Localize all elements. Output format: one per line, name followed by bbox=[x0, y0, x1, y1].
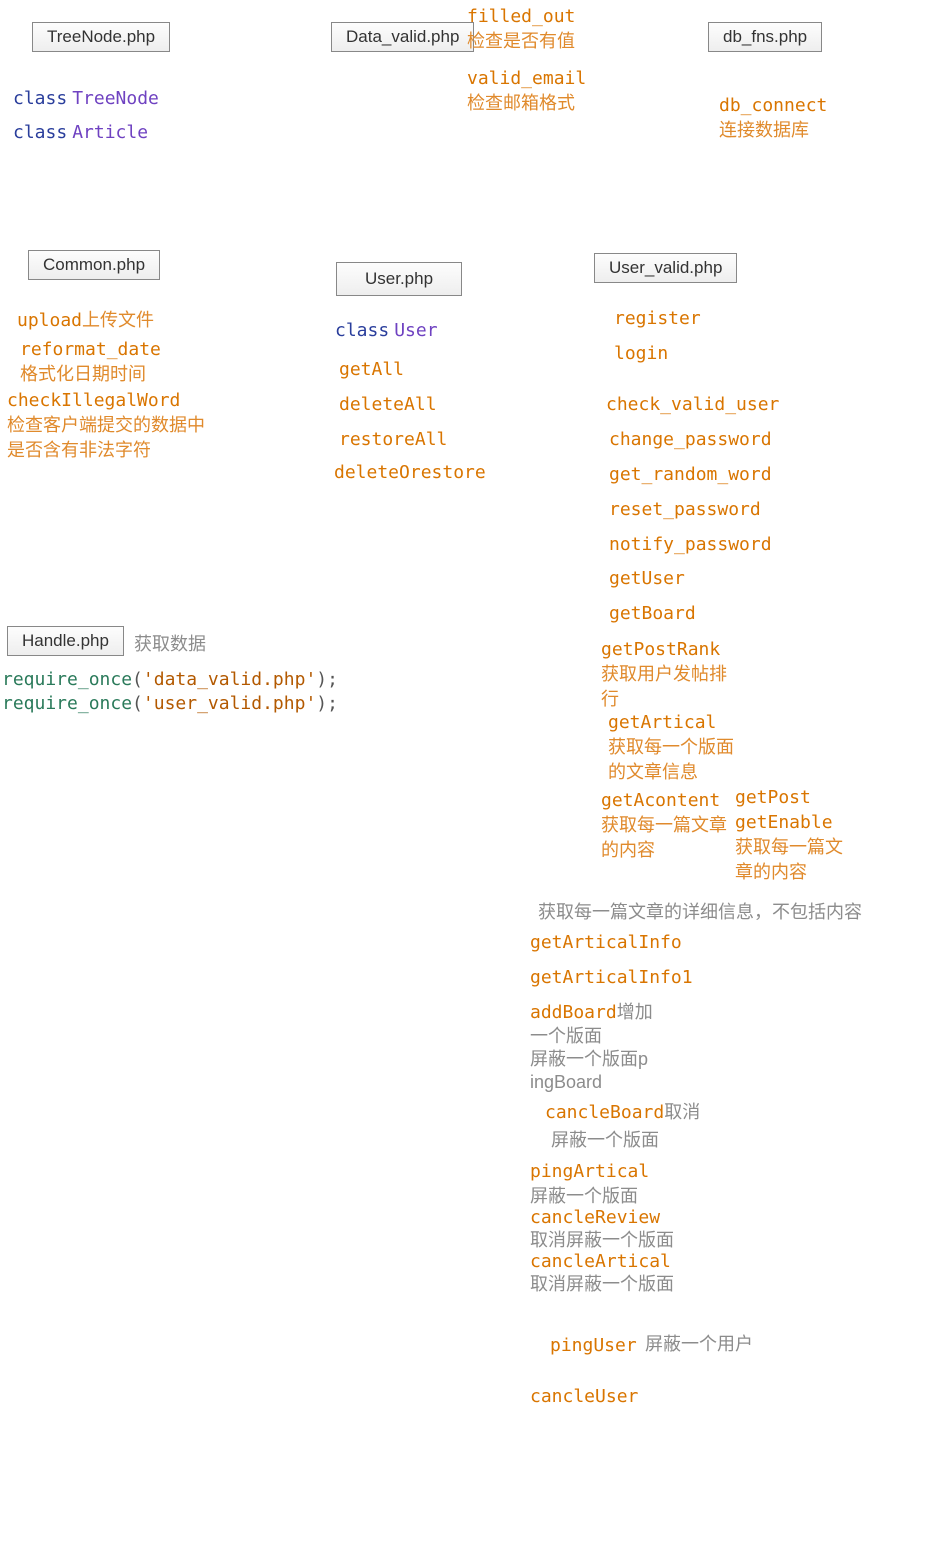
file-handle: Handle.php bbox=[7, 626, 124, 656]
fn-restoreall: restoreAll bbox=[339, 428, 447, 452]
canclereview-desc: 取消屏蔽一个版面 bbox=[530, 1228, 680, 1252]
file-user: User.php bbox=[336, 262, 462, 296]
fn-get-random-word: get_random_word bbox=[609, 463, 772, 487]
note-articalinfo: 获取每一篇文章的详细信息，不包括内容 bbox=[538, 900, 862, 924]
fn-upload: upload上传文件 bbox=[17, 308, 154, 333]
fn-deleteall: deleteAll bbox=[339, 393, 437, 417]
classname-article: Article bbox=[72, 122, 148, 143]
handle-line1: require_once('data_valid.php'); bbox=[2, 668, 338, 692]
fn-register: register bbox=[614, 307, 701, 331]
fn-addboard: addBoard增加 bbox=[530, 1000, 653, 1025]
file-db-fns-label: db_fns.php bbox=[723, 27, 807, 46]
class-treenode: class TreeNode bbox=[13, 86, 159, 111]
fn-getall: getAll bbox=[339, 358, 404, 382]
fn-cancleuser: cancleUser bbox=[530, 1385, 638, 1409]
pinguser-desc: 屏蔽一个用户 bbox=[645, 1332, 753, 1356]
fn-getuser: getUser bbox=[609, 567, 685, 591]
kw-class: class bbox=[13, 88, 67, 109]
handle-note: 获取数据 bbox=[134, 632, 206, 656]
fn-pinguser: pingUser bbox=[550, 1334, 637, 1358]
file-treenode-label: TreeNode.php bbox=[47, 27, 155, 46]
fn-check-valid-user: check_valid_user bbox=[606, 393, 779, 417]
fn-filled-out: filled_out 检查是否有值 bbox=[467, 4, 575, 54]
fn-cancleboard: cancleBoard取消 bbox=[545, 1100, 700, 1125]
fn-pingartical: pingArtical bbox=[530, 1160, 649, 1184]
fn-getarticalinfo1: getArticalInfo1 bbox=[530, 966, 693, 990]
fn-getpost: getPost bbox=[735, 786, 811, 810]
pingboard-pre: 屏蔽一个版面p bbox=[530, 1047, 648, 1071]
handle-line2: require_once('user_valid.php'); bbox=[2, 692, 338, 716]
file-user-valid: User_valid.php bbox=[594, 253, 737, 283]
file-db-fns: db_fns.php bbox=[708, 22, 822, 52]
class-user: class User bbox=[335, 318, 438, 343]
fn-getarticalinfo: getArticalInfo bbox=[530, 931, 682, 955]
classname-treenode: TreeNode bbox=[72, 88, 159, 109]
fn-valid-email: valid_email 检查邮箱格式 bbox=[467, 66, 586, 116]
file-data-valid-label: Data_valid.php bbox=[346, 27, 459, 46]
class-article: class Article bbox=[13, 120, 148, 145]
fn-getacontent: getAcontent 获取每一篇文章的内容 bbox=[601, 788, 736, 862]
fn-change-password: change_password bbox=[609, 428, 772, 452]
addboard-desc2: 一个版面 bbox=[530, 1024, 602, 1048]
fn-getenable: getEnable 获取每一篇文章的内容 bbox=[735, 810, 845, 884]
kw-class: class bbox=[13, 122, 67, 143]
file-common: Common.php bbox=[28, 250, 160, 280]
cancleartical-desc: 取消屏蔽一个版面 bbox=[530, 1272, 680, 1296]
fn-deleteorestore: deleteOrestore bbox=[334, 461, 486, 485]
fn-canclereview: cancleReview bbox=[530, 1206, 660, 1230]
pingartical-desc: 屏蔽一个版面 bbox=[530, 1184, 638, 1208]
fn-notify-password: notify_password bbox=[609, 533, 772, 557]
fn-getboard: getBoard bbox=[609, 602, 696, 626]
file-data-valid: Data_valid.php bbox=[331, 22, 474, 52]
fn-getartical: getArtical 获取每一个版面的文章信息 bbox=[608, 710, 748, 784]
pingboard-suf: ingBoard bbox=[530, 1070, 602, 1094]
fn-login: login bbox=[614, 342, 668, 366]
fn-reset-password: reset_password bbox=[609, 498, 761, 522]
file-treenode: TreeNode.php bbox=[32, 22, 170, 52]
fn-db-connect: db_connect 连接数据库 bbox=[719, 93, 827, 143]
fn-canclearticle: cancleArtical bbox=[530, 1250, 671, 1274]
fn-getpostrank: getPostRank 获取用户发帖排行 bbox=[601, 637, 731, 711]
cancleboard-desc: 屏蔽一个版面 bbox=[551, 1128, 659, 1152]
fn-reformat-date: reformat_date 格式化日期时间 bbox=[20, 337, 161, 387]
fn-checkillegalword: checkIllegalWord 检查客户端提交的数据中是否含有非法字符 bbox=[7, 388, 207, 462]
